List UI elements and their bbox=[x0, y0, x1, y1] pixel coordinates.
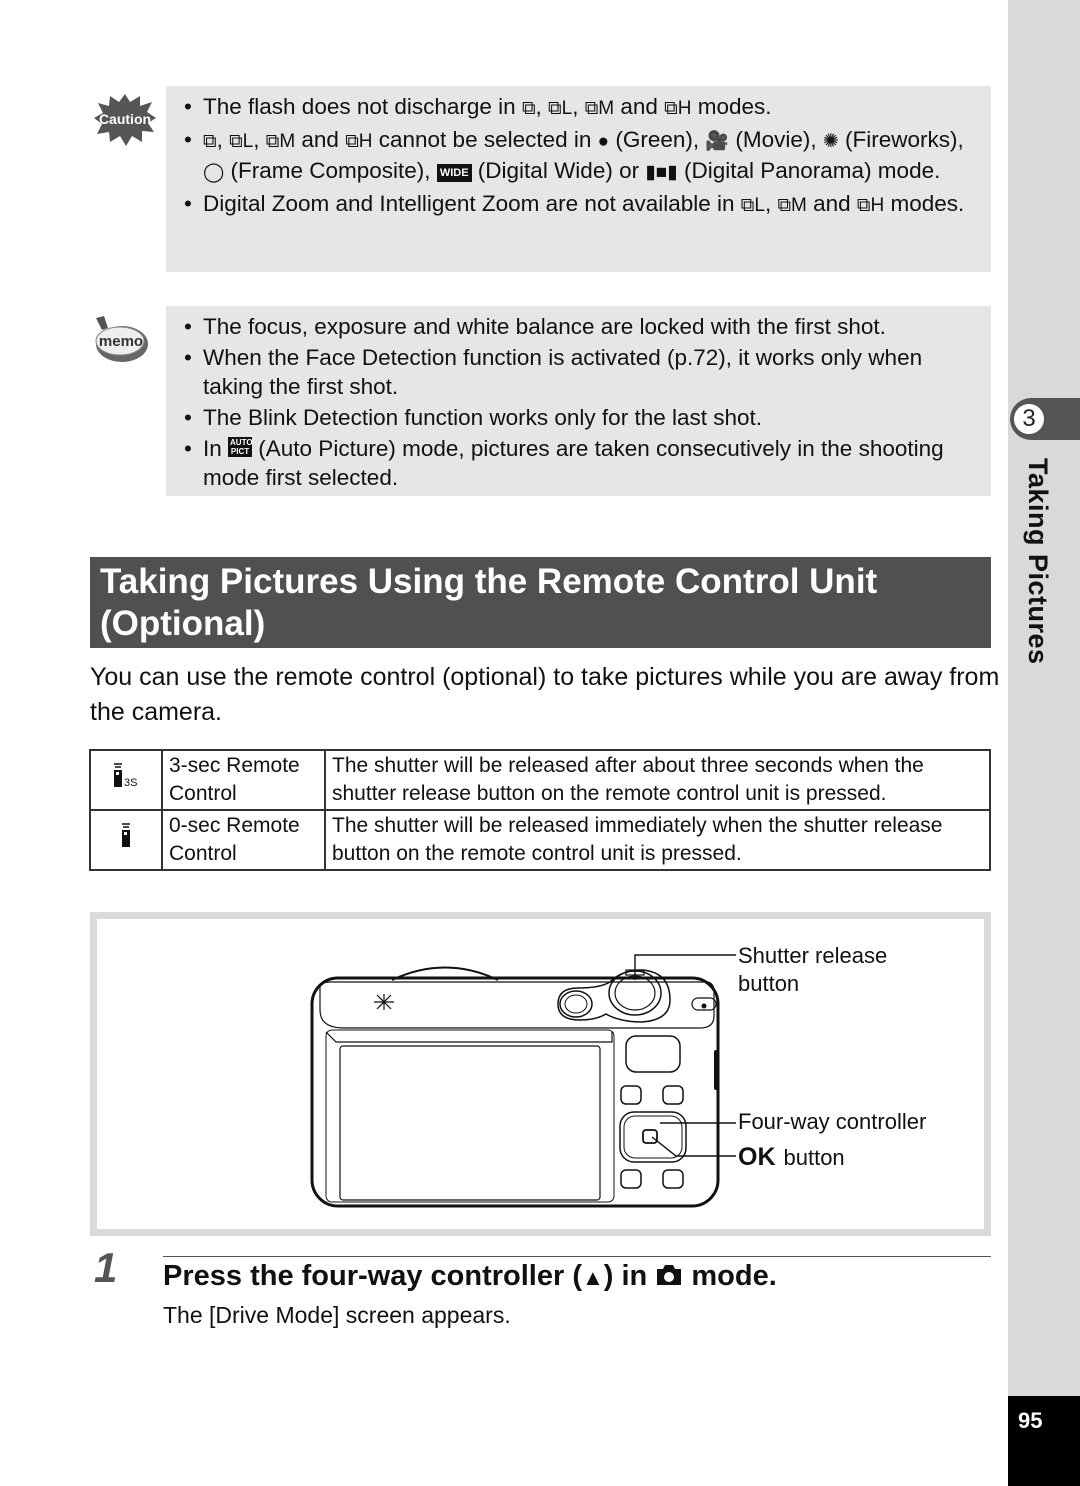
burst-high-icon: ⧉H bbox=[856, 195, 885, 216]
continuous-shooting-icon: ⧉ bbox=[203, 131, 217, 152]
remote-3s-icon: 3S bbox=[114, 763, 137, 789]
memo-item-pre: In bbox=[203, 436, 229, 461]
caution-text: (Movie), bbox=[729, 127, 823, 152]
caution-text: and bbox=[806, 191, 857, 216]
lcd-screen bbox=[339, 1045, 601, 1201]
small-button bbox=[620, 1085, 642, 1105]
caution-text: The flash does not discharge in bbox=[203, 94, 522, 119]
step-description: The [Drive Mode] screen appears. bbox=[163, 1302, 511, 1328]
caution-text: , bbox=[535, 94, 549, 119]
ok-button bbox=[642, 1129, 658, 1144]
camera-body bbox=[310, 976, 720, 1208]
memo-icon-label: memo bbox=[99, 333, 143, 350]
frame-composite-icon: ◯ bbox=[203, 162, 225, 183]
small-button bbox=[662, 1169, 684, 1189]
mode-description: The shutter will be released immediately… bbox=[324, 809, 991, 871]
step-number: 1 bbox=[94, 1244, 118, 1291]
small-button bbox=[662, 1085, 684, 1105]
caution-icon: Caution bbox=[94, 94, 156, 146]
chapter-side-strip bbox=[1008, 0, 1080, 1486]
remote-0s-icon bbox=[122, 823, 130, 847]
burst-low-icon: ⧉L bbox=[229, 131, 254, 152]
section-heading: Taking Pictures Using the Remote Control… bbox=[90, 557, 991, 648]
remote-modes-table: 3S 3-sec Remote Control The shutter will… bbox=[89, 749, 991, 871]
small-button bbox=[620, 1169, 642, 1189]
memo-icon: memo bbox=[95, 316, 148, 362]
auto-picture-icon: AUTO PICT bbox=[228, 437, 253, 457]
flash-symbol-icon bbox=[374, 994, 394, 1010]
caution-text: cannot be selected in bbox=[372, 127, 598, 152]
caution-text: , bbox=[572, 94, 585, 119]
caution-text: , bbox=[253, 127, 266, 152]
caution-text: modes. bbox=[884, 191, 965, 216]
caution-text: and bbox=[295, 127, 346, 152]
callout-ok-button: OK button bbox=[738, 1143, 845, 1172]
burst-high-icon: ⧉H bbox=[345, 131, 373, 152]
step-title: Press the four-way controller (▲) in mod… bbox=[163, 1260, 777, 1293]
memo-box: The focus, exposure and white balance ar… bbox=[166, 306, 991, 496]
memo-item: The Blink Detection function works only … bbox=[180, 403, 973, 432]
section-intro: You can use the remote control (optional… bbox=[90, 663, 1000, 726]
caution-item: ⧉, ⧉L, ⧉M and ⧉H cannot be selected in ●… bbox=[180, 125, 973, 187]
caution-list: The flash does not discharge in ⧉, ⧉L, ⧉… bbox=[180, 92, 973, 220]
table-row: 0-sec Remote Control The shutter will be… bbox=[89, 809, 991, 871]
caution-text: , bbox=[764, 191, 778, 216]
caution-text: and bbox=[614, 94, 665, 119]
memo-item: In AUTO PICT (Auto Picture) mode, pictur… bbox=[180, 434, 973, 492]
burst-low-icon: ⧉L bbox=[548, 98, 573, 119]
step-title-pre: Press the four-way controller ( bbox=[163, 1260, 582, 1292]
burst-mid-icon: ⧉M bbox=[777, 195, 807, 216]
page-number: 95 bbox=[1018, 1408, 1043, 1433]
caution-text: (Digital Wide) or bbox=[471, 158, 646, 183]
ok-key-label: OK bbox=[738, 1143, 776, 1171]
caution-text: (Frame Composite), bbox=[224, 158, 437, 183]
fireworks-mode-icon: ✺ bbox=[822, 131, 839, 152]
mode-name: 0-sec Remote Control bbox=[161, 809, 326, 871]
memo-item: The focus, exposure and white balance ar… bbox=[180, 312, 973, 341]
digital-panorama-icon: ▮■▮ bbox=[645, 162, 678, 183]
caution-item: Digital Zoom and Intelligent Zoom are no… bbox=[180, 189, 973, 220]
ok-button-text: button bbox=[783, 1145, 845, 1170]
remote-3s-suffix: 3S bbox=[124, 777, 137, 789]
burst-high-icon: ⧉H bbox=[664, 98, 692, 119]
burst-low-icon: ⧉L bbox=[740, 195, 765, 216]
caution-text: (Green), bbox=[609, 127, 706, 152]
step-divider bbox=[163, 1256, 991, 1257]
caution-text: , bbox=[216, 127, 230, 152]
table-icon-cell bbox=[89, 809, 163, 871]
camera-mode-icon bbox=[657, 1265, 682, 1285]
mode-name: 3-sec Remote Control bbox=[161, 749, 326, 811]
memo-item-post: (Auto Picture) mode, pictures are taken … bbox=[203, 436, 944, 490]
chapter-title: Taking Pictures bbox=[1023, 458, 1053, 665]
camera-back-illustration bbox=[310, 954, 736, 1208]
caution-text: Digital Zoom and Intelligent Zoom are no… bbox=[203, 191, 741, 216]
playback-button bbox=[625, 1035, 681, 1073]
step-title-post: mode. bbox=[683, 1260, 777, 1292]
table-icon-cell: 3S bbox=[89, 749, 163, 811]
table-row: 3S 3-sec Remote Control The shutter will… bbox=[89, 749, 991, 811]
caution-text: modes. bbox=[691, 94, 772, 119]
step-title-mid: ) in bbox=[603, 1260, 656, 1292]
caution-box: The flash does not discharge in ⧉, ⧉L, ⧉… bbox=[166, 86, 991, 272]
caution-icon-label: Caution bbox=[99, 111, 151, 127]
callout-shutter-release: Shutter release button bbox=[738, 943, 888, 996]
memo-list: The focus, exposure and white balance ar… bbox=[180, 312, 973, 492]
continuous-shooting-icon: ⧉ bbox=[521, 98, 536, 119]
caution-text: (Digital Panorama) mode. bbox=[677, 158, 941, 183]
mode-description: The shutter will be released after about… bbox=[324, 749, 991, 811]
up-arrow-icon: ▲ bbox=[582, 1265, 604, 1290]
caution-text: (Fireworks), bbox=[838, 127, 964, 152]
chapter-number: 3 bbox=[1012, 402, 1046, 436]
memo-item: When the Face Detection function is acti… bbox=[180, 343, 973, 401]
movie-mode-icon: 🎥 bbox=[705, 131, 730, 152]
green-mode-icon: ● bbox=[597, 131, 610, 152]
caution-item: The flash does not discharge in ⧉, ⧉L, ⧉… bbox=[180, 92, 973, 123]
burst-mid-icon: ⧉M bbox=[584, 98, 615, 119]
burst-mid-icon: ⧉M bbox=[265, 131, 296, 152]
callout-four-way-controller: Four-way controller bbox=[738, 1109, 927, 1134]
digital-wide-icon: WIDE bbox=[436, 164, 472, 182]
